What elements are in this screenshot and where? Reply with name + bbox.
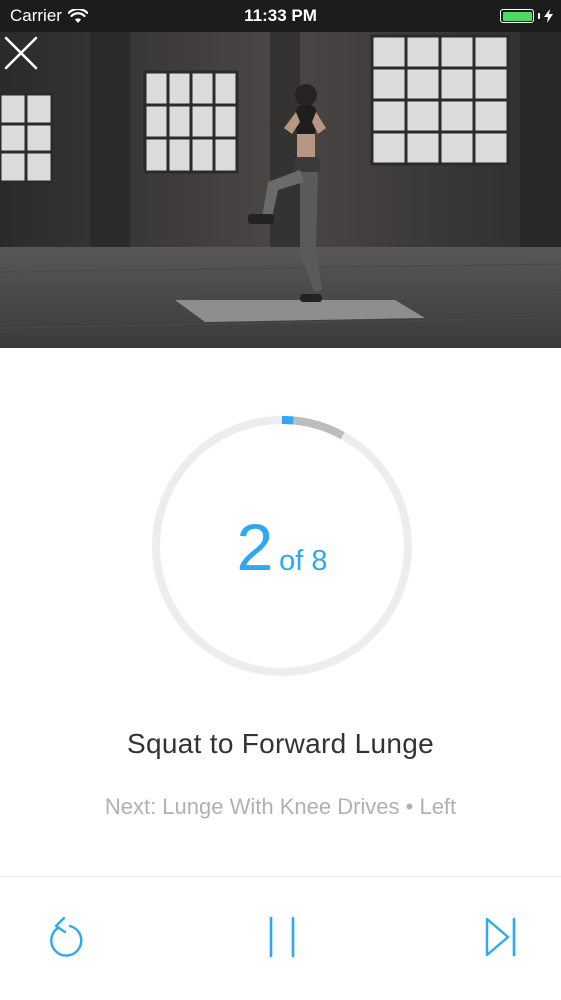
workout-progress-ring: 2 of 8 [150,414,414,678]
battery-icon [500,9,534,23]
status-time: 11:33 PM [244,6,317,25]
video-frame-illustration [0,32,561,348]
total-exercises-label: of 8 [279,545,328,577]
controls-divider [0,876,561,877]
next-exercise-label: Next: Lunge With Knee Drives • Left [104,794,457,819]
skip-next-icon[interactable] [484,914,518,960]
status-bar: Carrier 11:33 PM [0,0,561,32]
exercise-counter: 2 of 8 [150,514,414,580]
ring-elapsed-arc [292,416,345,440]
close-icon[interactable] [0,32,42,74]
ring-progress-arc [281,416,294,425]
pause-icon[interactable] [266,914,298,960]
status-right [500,9,553,23]
battery-tip [538,13,540,19]
exercise-title: Squat to Forward Lunge [126,728,434,759]
battery-fill [502,11,532,21]
replay-icon[interactable] [44,914,84,962]
charging-bolt-icon [544,9,553,23]
exercise-video[interactable] [0,32,561,348]
current-exercise-number: 2 [236,510,274,584]
